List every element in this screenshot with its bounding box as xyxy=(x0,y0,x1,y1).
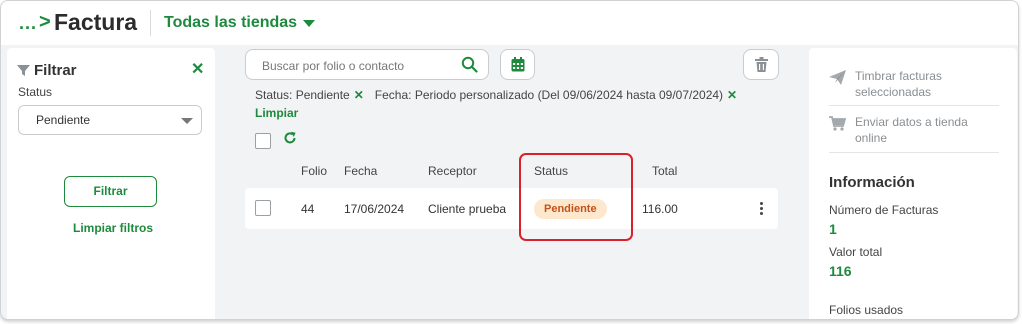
filter-title: Filtrar xyxy=(17,62,77,79)
stamp-invoices-label: Timbrar facturas seleccionadas xyxy=(855,69,942,99)
filter-chip-status: Status: Pendiente xyxy=(255,88,350,102)
calendar-button[interactable] xyxy=(500,49,535,80)
page-title: Factura xyxy=(54,9,138,35)
filter-title-label: Filtrar xyxy=(34,62,77,79)
divider xyxy=(829,105,999,106)
info-title: Información xyxy=(829,174,915,191)
row-checkbox[interactable] xyxy=(255,200,271,216)
divider xyxy=(829,152,999,153)
search-input[interactable]: Buscar por folio o contacto xyxy=(245,49,489,80)
status-select[interactable]: Pendiente xyxy=(18,105,202,135)
info-panel: Timbrar facturas seleccionadas Enviar da… xyxy=(809,48,1017,319)
close-filter-icon[interactable]: ✕ xyxy=(191,59,204,79)
app-window: ... > Factura Todas las tiendas Filtrar … xyxy=(0,0,1019,320)
trash-icon xyxy=(755,57,768,72)
search-placeholder: Buscar por folio o contacto xyxy=(262,59,405,73)
send-online-store-label: Enviar datos a tienda online xyxy=(855,115,968,145)
cell-receptor: Cliente prueba xyxy=(428,202,507,216)
breadcrumb-back[interactable]: ... xyxy=(19,13,37,34)
filter-icon xyxy=(17,65,30,76)
refresh-icon[interactable] xyxy=(283,131,297,145)
folios-used-label: Folios usados xyxy=(829,303,904,317)
apply-filter-button[interactable]: Filtrar xyxy=(64,176,157,207)
total-value-label: Valor total xyxy=(829,245,883,259)
calendar-icon xyxy=(511,57,525,72)
remove-status-filter-icon[interactable]: ✕ xyxy=(354,88,364,102)
cell-folio: 44 xyxy=(301,202,315,216)
store-selector[interactable]: Todas las tiendas xyxy=(164,14,316,32)
clear-filters-link[interactable]: Limpiar filtros xyxy=(73,221,153,235)
kebab-menu-icon[interactable] xyxy=(756,200,766,218)
status-label: Status xyxy=(18,85,53,99)
column-header-receptor: Receptor xyxy=(428,164,477,178)
invoice-count-value: 1 xyxy=(829,221,837,237)
cell-total: 116.00 xyxy=(642,202,678,216)
total-value: 116 xyxy=(829,263,852,279)
status-select-value: Pendiente xyxy=(36,113,91,127)
caret-down-icon xyxy=(303,20,316,27)
column-header-total: Total xyxy=(652,164,678,178)
top-bar: ... > Factura Todas las tiendas xyxy=(1,1,1018,45)
select-all-checkbox[interactable] xyxy=(255,133,271,149)
remove-fecha-filter-icon[interactable]: ✕ xyxy=(727,88,737,102)
table-row[interactable]: 44 17/06/2024 Cliente prueba Pendiente 1… xyxy=(245,188,778,229)
send-icon xyxy=(829,70,846,85)
filter-panel: Filtrar ✕ Status Pendiente Filtrar Limpi… xyxy=(7,48,215,319)
breadcrumb-separator: > xyxy=(39,11,51,33)
filter-chip-fecha: Fecha: Periodo personalizado (Del 09/06/… xyxy=(374,88,724,102)
store-selector-label: Todas las tiendas xyxy=(164,14,298,31)
chevron-down-icon xyxy=(181,118,193,124)
send-online-store-action[interactable]: Enviar datos a tienda online xyxy=(829,114,999,146)
divider xyxy=(150,10,151,36)
column-header-fecha: Fecha xyxy=(344,164,378,178)
status-highlight-annotation xyxy=(519,153,633,241)
column-header-folio: Folio xyxy=(301,164,328,178)
stamp-invoices-action[interactable]: Timbrar facturas seleccionadas xyxy=(829,68,999,100)
cart-icon xyxy=(829,116,846,131)
clear-active-filters-link[interactable]: Limpiar xyxy=(255,106,298,120)
cell-fecha: 17/06/2024 xyxy=(344,202,405,216)
delete-button[interactable] xyxy=(743,49,779,80)
active-filters: Status: Pendiente ✕ Fecha: Periodo persona… xyxy=(255,88,737,102)
search-icon[interactable] xyxy=(461,56,478,73)
invoice-count-label: Número de Facturas xyxy=(829,203,939,217)
